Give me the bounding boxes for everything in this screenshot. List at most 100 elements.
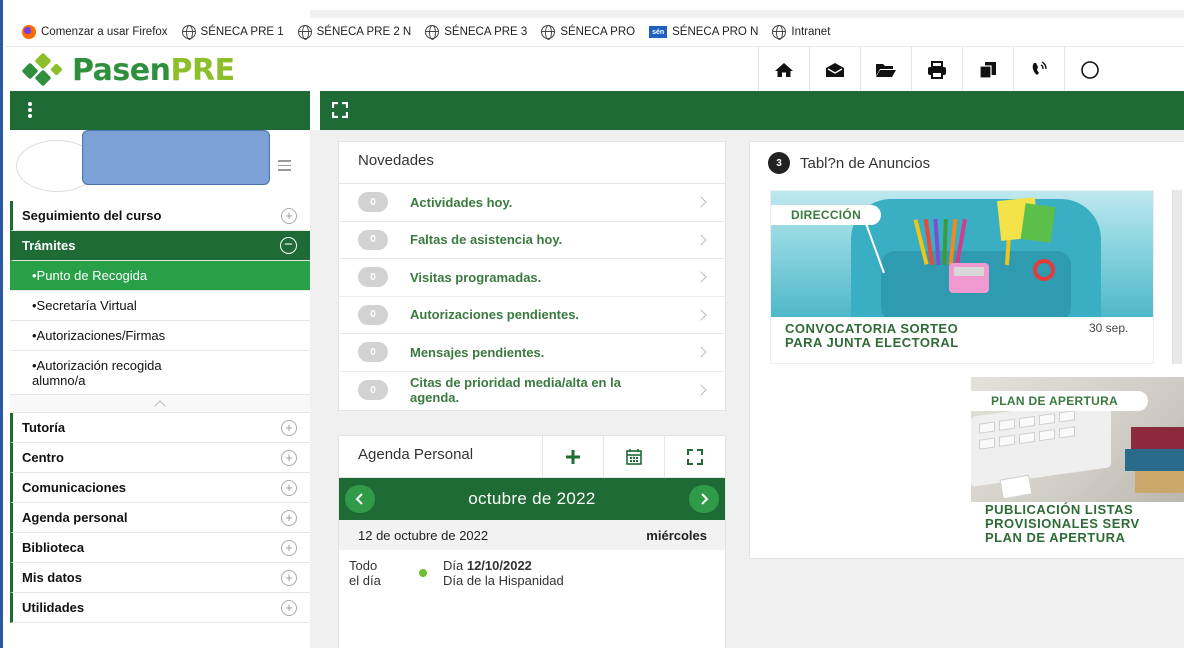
sidebar-item-tramites[interactable]: Trámites − [10,231,310,261]
bookmark-seneca-pro-n[interactable]: sén SÉNECA PRO N [649,26,758,38]
logo-mark-icon [21,52,66,86]
window-frame [0,0,6,648]
sidebar-item-mis-datos[interactable]: Mis datos + [10,563,310,593]
sidebar-subitem-autorizacion-recogida[interactable]: •Autorización recogida alumno/a [10,351,310,395]
sidebar-item-comunicaciones[interactable]: Comunicaciones + [10,473,310,503]
messages-button[interactable] [809,47,860,92]
announcement-title: CONVOCATORIA SORTEO PARA JUNTA ELECTORAL [785,321,959,350]
copy-button[interactable] [962,47,1013,92]
globe-icon [181,25,196,40]
app-header: PasenPRE [6,46,1184,92]
sidebar-subitem-autorizaciones[interactable]: •Autorizaciones/Firmas [10,321,310,351]
next-month-button[interactable] [688,485,719,513]
sidebar-item-agenda[interactable]: Agenda personal + [10,503,310,533]
announcement-tag: DIRECCIÓN [771,205,882,225]
envelope-icon [826,62,844,77]
calendar-button[interactable] [603,436,664,477]
home-button[interactable] [758,47,809,92]
sidebar-subitem-secretaria[interactable]: •Secretaría Virtual [10,291,310,321]
user-icon [1081,60,1099,79]
expand-icon: + [281,599,297,616]
announcement-card[interactable]: PLAN DE APERTURA PUBLICACIÓN LISTAS PROV… [971,377,1184,552]
event-allday: Todo el día [349,558,407,588]
list-item[interactable]: 0 Mensajes pendientes. [339,334,725,372]
count-badge: 0 [358,342,388,363]
sidebar-menu: Seguimiento del curso + Trámites − •Punt… [10,201,310,623]
announcement-tag: PLAN DE APERTURA [971,391,1149,411]
announcement-card-next[interactable] [1172,190,1182,364]
agenda-header: Agenda Personal [339,436,725,478]
calendar-icon [626,448,642,465]
event-status-dot [419,569,427,577]
folder-icon [876,63,896,77]
prev-month-button[interactable] [345,485,375,513]
expand-icon: + [281,569,297,586]
expand-icon: + [281,509,297,526]
extra-button[interactable] [1064,47,1115,92]
sidebar-item-label: Centro [22,450,64,465]
announcement-date: 30 sep. [1089,321,1129,335]
main-toolbar [10,91,1184,130]
bookmark-intranet[interactable]: Intranet [772,25,830,40]
bookmark-firefox[interactable]: Comenzar a usar Firefox [22,25,168,39]
list-item-label: Visitas programadas. [410,269,542,285]
collapse-submenu-button[interactable] [10,395,310,413]
selected-weekday: miércoles [646,527,707,543]
sidebar-item-seguimiento[interactable]: Seguimiento del curso + [10,201,310,231]
list-item[interactable]: 0 Actividades hoy. [339,184,725,222]
sidebar-item-biblioteca[interactable]: Biblioteca + [10,533,310,563]
sidebar-item-label: Biblioteca [22,540,85,555]
list-item-label: Mensajes pendientes. [410,344,545,360]
bookmark-seneca-pre-2n[interactable]: SÉNECA PRE 2 N [297,25,411,40]
sidebar-item-centro[interactable]: Centro + [10,443,310,473]
fullscreen-icon [687,448,703,465]
sidebar-item-utilidades[interactable]: Utilidades + [10,593,310,623]
agenda-event[interactable]: Todo el día Día 12/10/2022 Día de la His… [339,550,725,588]
tab-strip [310,10,1184,18]
seneca-icon: sén [649,26,668,38]
print-button[interactable] [911,47,962,92]
panel-title: Agenda Personal [358,446,474,463]
sidebar-item-label: Trámites [22,238,76,253]
sidebar-item-label: Tutoría [22,420,66,435]
bookmark-seneca-pre-1[interactable]: SÉNECA PRE 1 [181,25,284,40]
event-day-prefix: Día [443,558,467,573]
print-icon [928,60,946,79]
fullscreen-icon[interactable] [332,102,348,118]
list-item[interactable]: 0 Visitas programadas. [339,259,725,297]
announcement-card[interactable]: DIRECCIÓN CONVOCATORIA SORTEO PARA JUNTA… [770,190,1154,364]
bookmark-seneca-pro[interactable]: SÉNECA PRO [541,25,635,40]
bookmark-seneca-pre-3[interactable]: SÉNECA PRE 3 [425,25,527,40]
documents-button[interactable] [860,47,911,92]
sidebar-item-label: Utilidades [22,600,85,615]
month-navigator: octubre de 2022 [339,478,725,520]
sidebar-item-label: Mis datos [22,570,82,585]
list-item[interactable]: 0 Citas de prioridad media/alta en la ag… [339,372,725,410]
expand-icon: + [281,479,297,496]
expand-icon: + [281,539,297,556]
sidebar-item-label: Comunicaciones [22,480,127,495]
sidebar-toggle-icon[interactable] [28,101,34,119]
expand-icon: + [281,207,297,224]
globe-icon [297,25,312,40]
phone-button[interactable] [1013,47,1064,92]
sidebar-item-tutoria[interactable]: Tutoría + [10,413,310,443]
header-toolbar [758,47,1115,92]
sidebar-subitem-punto-recogida[interactable]: •Punto de Recogida [10,261,310,291]
bookmark-label: Comenzar a usar Firefox [41,26,168,38]
chevron-right-icon [695,271,707,283]
user-name-redacted [82,130,270,185]
chevron-left-icon [355,493,363,505]
pasen-logo[interactable]: PasenPRE [21,52,235,88]
event-details: Día 12/10/2022 Día de la Hispanidad [443,558,564,588]
add-event-button[interactable] [542,436,603,477]
list-item-label: Citas de prioridad media/alta en la agen… [410,375,621,406]
list-item[interactable]: 0 Autorizaciones pendientes. [339,297,725,334]
agenda-fullscreen-button[interactable] [664,436,725,477]
list-item[interactable]: 0 Faltas de asistencia hoy. [339,222,725,259]
event-allday-line: Todo [349,558,378,573]
globe-icon [772,25,787,40]
bookmark-label: SÉNECA PRE 1 [200,26,284,38]
panel-header: 3 Tabl?n de Anuncios [750,142,1184,184]
menu-icon[interactable] [278,160,291,174]
